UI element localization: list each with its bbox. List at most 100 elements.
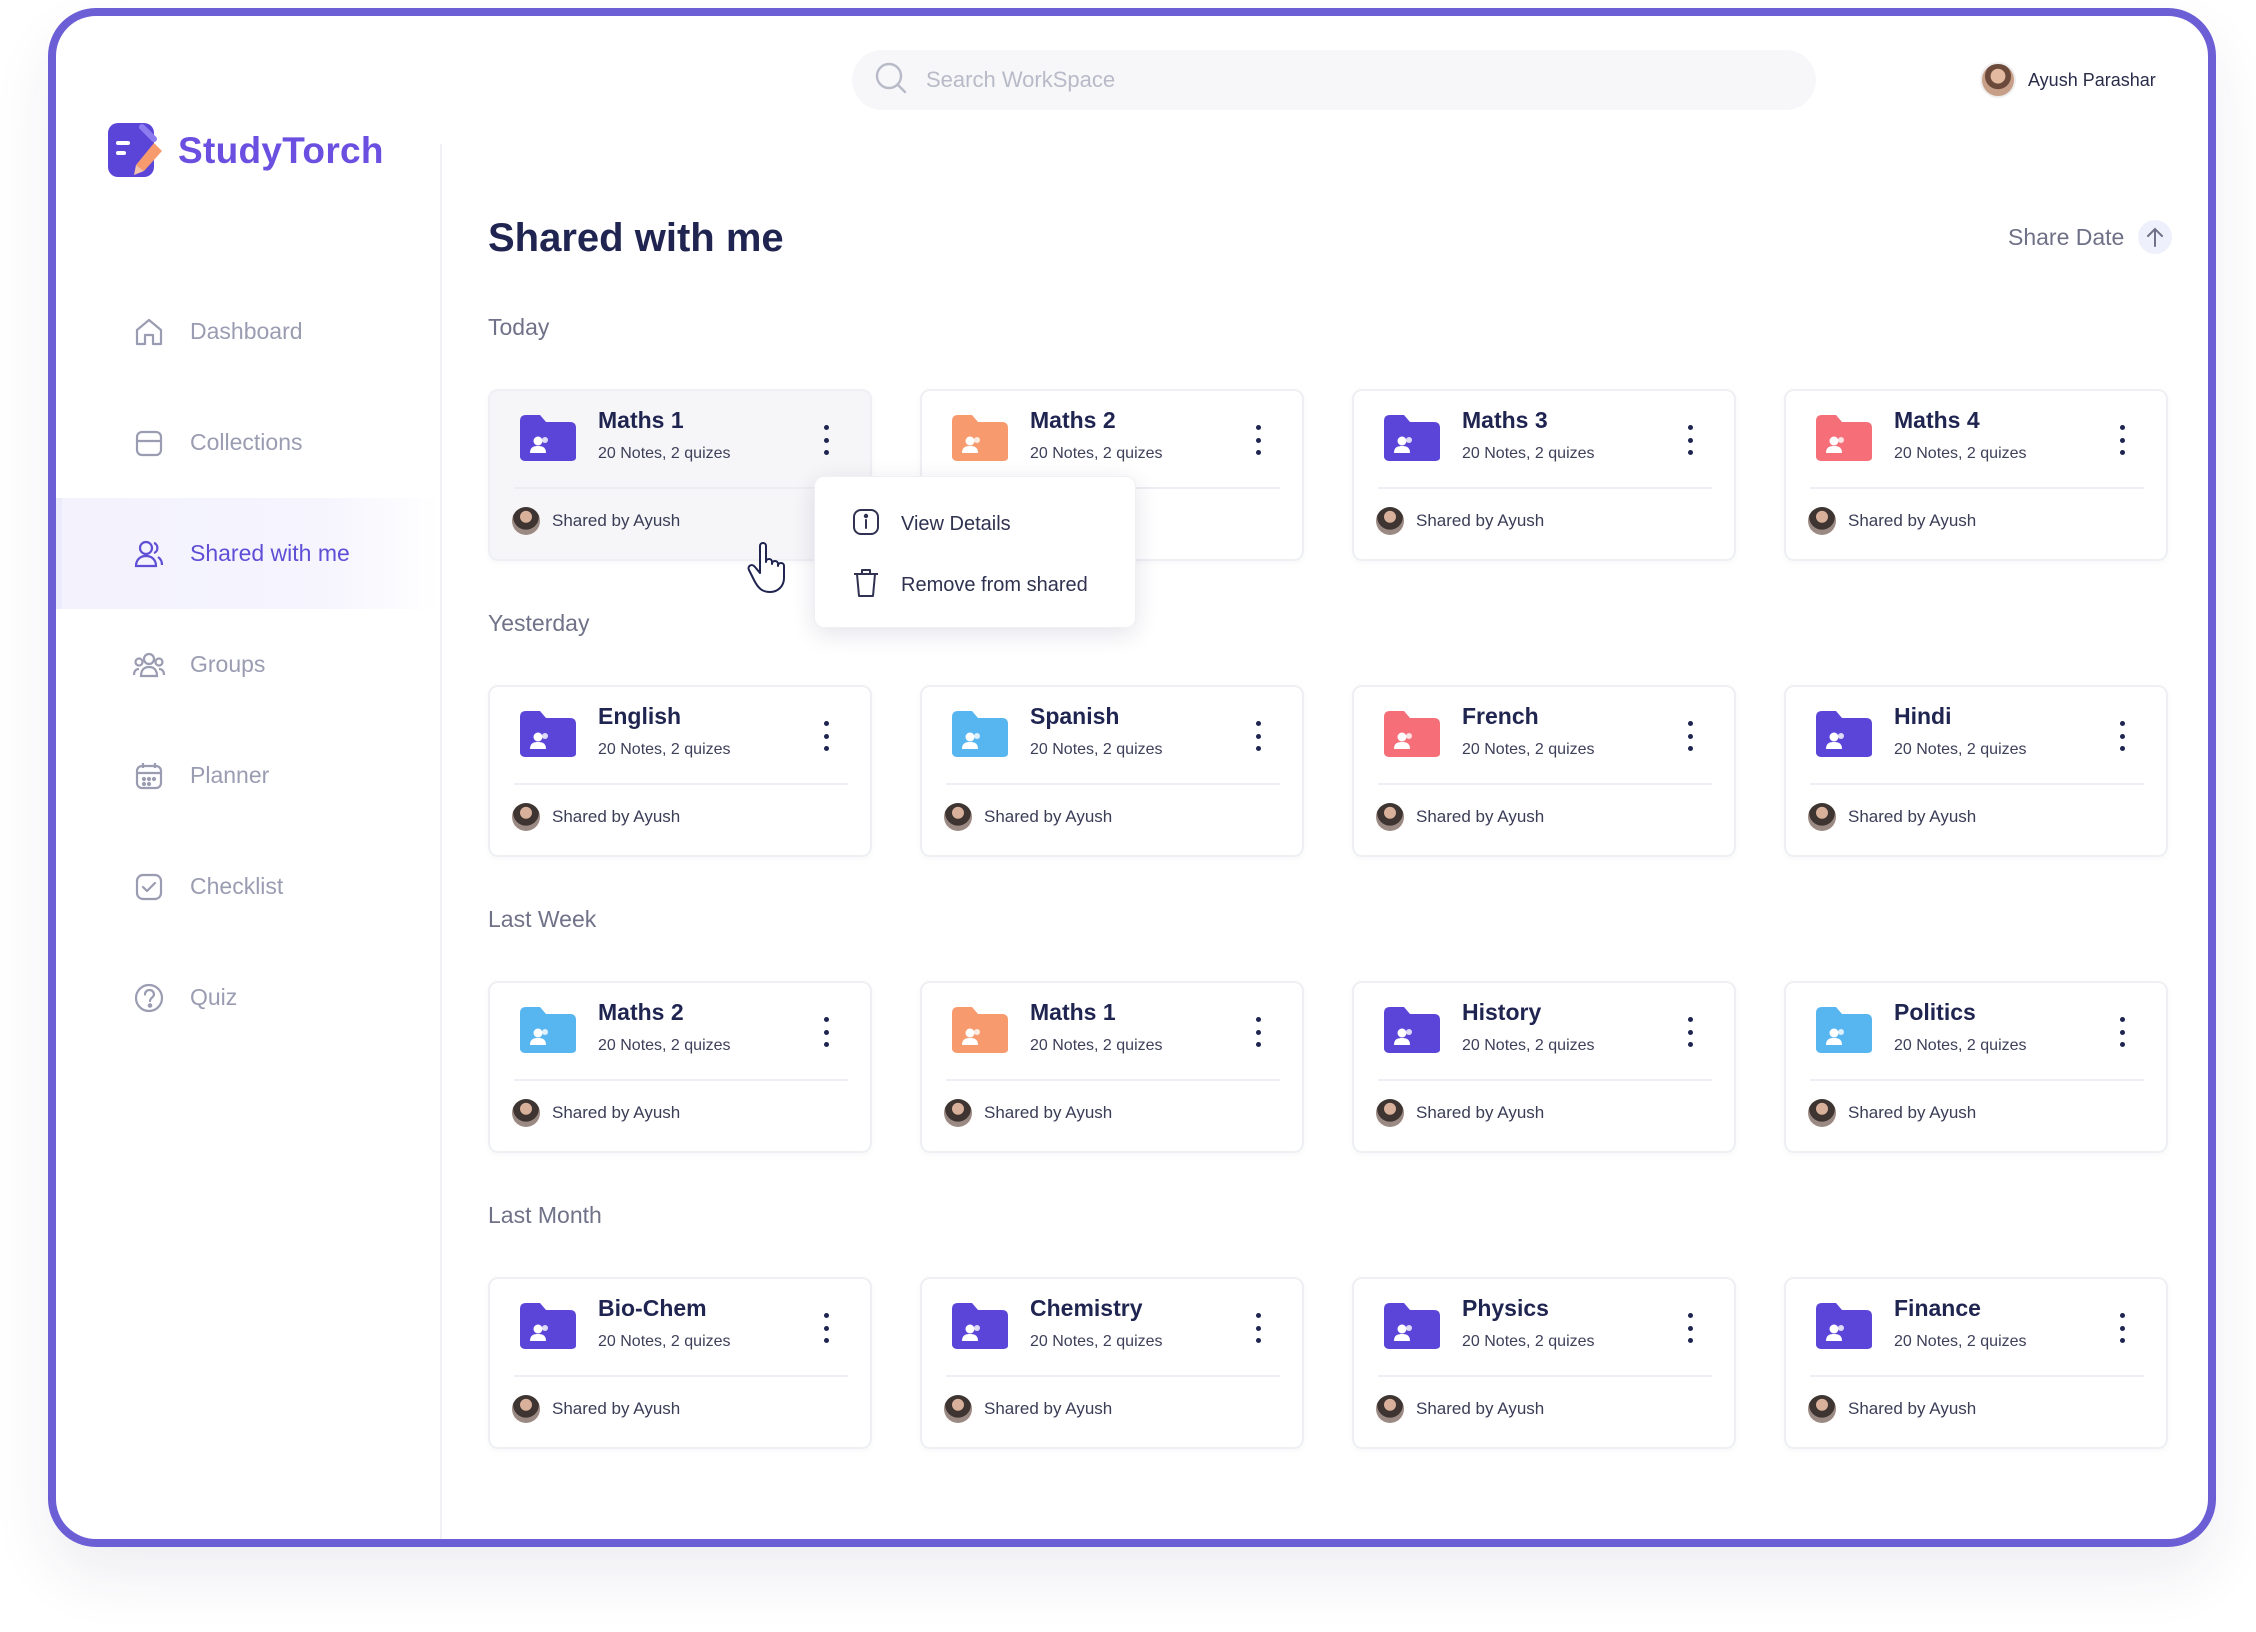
sidebar-item-planner[interactable]: Planner: [56, 720, 440, 831]
collection-card[interactable]: Bio-Chem 20 Notes, 2 quizes Shared by Ayus…: [488, 1277, 872, 1449]
collection-card[interactable]: Chemistry 20 Notes, 2 quizes Shared by Ayu…: [920, 1277, 1304, 1449]
card-divider: [946, 783, 1280, 785]
more-options-icon[interactable]: [1682, 1017, 1698, 1047]
more-options-icon[interactable]: [2114, 1017, 2130, 1047]
collection-card[interactable]: Politics 20 Notes, 2 quizes Shared by Ayus…: [1784, 981, 2168, 1153]
remove-from-shared-menu-item[interactable]: Remove from shared: [851, 567, 1088, 604]
collection-card[interactable]: Maths 1 20 Notes, 2 quizes Shared by Ayush: [920, 981, 1304, 1153]
shared-folder-icon: [1814, 1301, 1874, 1351]
sidebar-item-collections[interactable]: Collections: [56, 387, 440, 498]
collection-card[interactable]: Spanish 20 Notes, 2 quizes Shared by Ayush: [920, 685, 1304, 857]
card-divider: [1378, 1375, 1712, 1377]
more-options-icon[interactable]: [818, 1017, 834, 1047]
avatar: [1808, 507, 1836, 535]
sidebar-item-shared-with-me[interactable]: Shared with me: [56, 498, 440, 609]
shared-folder-icon: [1814, 413, 1874, 463]
card-title: Chemistry: [1030, 1295, 1143, 1321]
card-sharer: Shared by Ayush: [944, 803, 1112, 831]
view-details-menu-item[interactable]: View Details: [851, 507, 1011, 542]
more-options-icon[interactable]: [1682, 721, 1698, 751]
more-options-icon[interactable]: [818, 1313, 834, 1343]
card-sharer: Shared by Ayush: [1376, 1395, 1544, 1423]
sidebar-nav: Dashboard Collections Shared with me Gro…: [56, 276, 440, 1053]
shared-users-icon: [132, 537, 166, 571]
menu-item-label: Remove from shared: [901, 574, 1088, 596]
checkbox-icon: [132, 870, 166, 904]
collection-card[interactable]: History 20 Notes, 2 quizes Shared by Ayush: [1352, 981, 1736, 1153]
avatar: [944, 1395, 972, 1423]
sort-by-share-date-button[interactable]: Share Date: [2008, 220, 2173, 254]
sidebar-item-label: Checklist: [190, 873, 284, 899]
more-options-icon[interactable]: [1250, 1313, 1266, 1343]
avatar: [512, 507, 540, 535]
collection-card[interactable]: Maths 2 20 Notes, 2 quizes Shared by Ayush: [488, 981, 872, 1153]
card-title: English: [598, 703, 682, 729]
more-options-icon[interactable]: [818, 425, 834, 455]
card-title: French: [1462, 703, 1539, 729]
more-options-icon[interactable]: [1250, 1017, 1266, 1047]
more-options-icon[interactable]: [2114, 721, 2130, 751]
card-divider: [1810, 1375, 2144, 1377]
shared-folder-icon: [518, 1301, 578, 1351]
more-options-icon[interactable]: [1682, 1313, 1698, 1343]
card-meta: 20 Notes, 2 quizes: [1030, 741, 1163, 758]
card-divider: [514, 1079, 848, 1081]
shared-by-label: Shared by Ayush: [552, 1103, 681, 1122]
shared-by-label: Shared by Ayush: [984, 1399, 1113, 1418]
avatar: [1980, 62, 2016, 98]
brand-name: StudyTorch: [178, 130, 384, 171]
card-meta: 20 Notes, 2 quizes: [1462, 445, 1595, 462]
group-icon: [132, 648, 166, 682]
more-options-icon[interactable]: [1682, 425, 1698, 455]
collection-card[interactable]: Maths 3 20 Notes, 2 quizes Shared by Ayush: [1352, 389, 1736, 561]
more-options-icon[interactable]: [818, 721, 834, 751]
section-label: Last Month: [488, 1202, 602, 1228]
shared-by-label: Shared by Ayush: [1848, 1103, 1977, 1122]
more-options-icon[interactable]: [1250, 425, 1266, 455]
menu-item-label: View Details: [901, 513, 1011, 535]
search-icon: [874, 61, 908, 100]
shared-by-label: Shared by Ayush: [552, 511, 681, 530]
collection-card[interactable]: Hindi 20 Notes, 2 quizes Shared by Ayush: [1784, 685, 2168, 857]
sidebar-item-quiz[interactable]: Quiz: [56, 942, 440, 1053]
shared-folder-icon: [518, 413, 578, 463]
shared-folder-icon: [1814, 709, 1874, 759]
search-bar[interactable]: Search WorkSpace: [852, 50, 1816, 110]
card-meta: 20 Notes, 2 quizes: [1462, 1333, 1595, 1350]
collection-card[interactable]: Physics 20 Notes, 2 quizes Shared by Ayush: [1352, 1277, 1736, 1449]
search-input[interactable]: Search WorkSpace: [926, 67, 1115, 93]
more-options-icon[interactable]: [2114, 1313, 2130, 1343]
card-sharer: Shared by Ayush: [1376, 803, 1544, 831]
card-divider: [514, 1375, 848, 1377]
sidebar-item-checklist[interactable]: Checklist: [56, 831, 440, 942]
card-divider: [1810, 1079, 2144, 1081]
more-options-icon[interactable]: [2114, 425, 2130, 455]
card-context-menu: View Details Remove from shared: [814, 476, 1136, 628]
avatar: [944, 803, 972, 831]
sidebar-item-groups[interactable]: Groups: [56, 609, 440, 720]
trash-icon: [851, 567, 881, 604]
shared-folder-icon: [1814, 1005, 1874, 1055]
collection-card[interactable]: English 20 Notes, 2 quizes Shared by Ayush: [488, 685, 872, 857]
more-options-icon[interactable]: [1250, 721, 1266, 751]
section-label: Last Week: [488, 906, 597, 932]
card-meta: 20 Notes, 2 quizes: [1030, 1037, 1163, 1054]
card-meta: 20 Notes, 2 quizes: [1462, 1037, 1595, 1054]
card-meta: 20 Notes, 2 quizes: [1894, 1333, 2027, 1350]
card-title: Maths 2: [598, 999, 684, 1025]
avatar: [512, 1099, 540, 1127]
card-sharer: Shared by Ayush: [1376, 507, 1544, 535]
card-title: Maths 1: [1030, 999, 1116, 1025]
folder-icon: [132, 426, 166, 460]
user-profile[interactable]: Ayush Parashar: [1980, 62, 2156, 98]
card-divider: [1378, 783, 1712, 785]
collection-card[interactable]: French 20 Notes, 2 quizes Shared by Ayush: [1352, 685, 1736, 857]
card-meta: 20 Notes, 2 quizes: [1894, 445, 2027, 462]
studytorch-logo-icon: [106, 121, 164, 181]
collection-card[interactable]: Finance 20 Notes, 2 quizes Shared by Ayush: [1784, 1277, 2168, 1449]
card-sharer: Shared by Ayush: [1376, 1099, 1544, 1127]
shared-by-label: Shared by Ayush: [552, 807, 681, 826]
sidebar-item-dashboard[interactable]: Dashboard: [56, 276, 440, 387]
brand[interactable]: StudyTorch: [106, 121, 384, 181]
collection-card[interactable]: Maths 4 20 Notes, 2 quizes Shared by Ayush: [1784, 389, 2168, 561]
